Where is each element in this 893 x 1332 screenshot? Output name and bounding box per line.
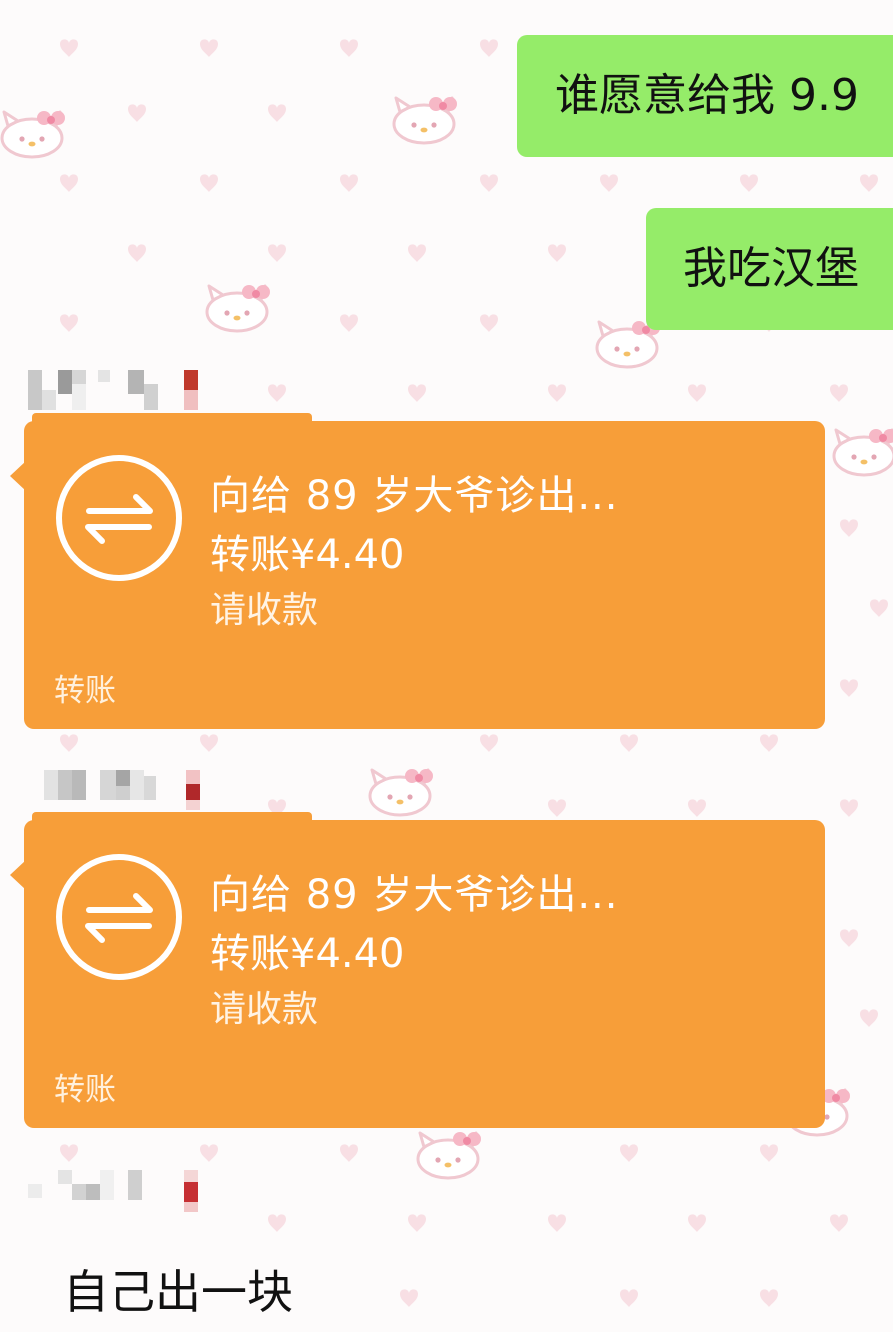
card-top-strip [32,812,312,821]
transfer-status: 请收款 [210,590,319,631]
transfer-note: 向给 89 岁大爷诊出... [210,473,619,519]
outgoing-message-bubble[interactable]: 我吃汉堡 [646,208,893,330]
bubble-tail [10,461,26,491]
transfer-arrows-icon [56,455,182,581]
transfer-note: 向给 89 岁大爷诊出... [210,872,619,918]
sender-name-obscured [44,770,204,810]
transfer-status: 请收款 [210,989,319,1030]
transfer-footer-label: 转账 [54,1072,116,1108]
transfer-arrows-icon [56,854,182,980]
transfer-card[interactable]: 向给 89 岁大爷诊出... 转账¥4.40 请收款 转账 [10,812,825,1128]
outgoing-message-text: 我吃汉堡 [683,243,859,294]
card-top-strip [32,413,312,422]
transfer-amount: 转账¥4.40 [210,931,405,977]
bubble-tail [10,860,26,890]
transfer-amount: 转账¥4.40 [210,532,405,578]
outgoing-message-bubble[interactable]: 谁愿意给我 9.9 [517,35,893,157]
outgoing-message-text: 谁愿意给我 9.9 [555,70,859,121]
transfer-card[interactable]: 向给 89 岁大爷诊出... 转账¥4.40 请收款 转账 [10,413,825,729]
incoming-message-text[interactable]: 自己出一块 [63,1256,293,1322]
transfer-footer-label: 转账 [54,673,116,709]
sender-name-obscured [28,1170,198,1212]
sender-name-obscured [28,370,198,410]
